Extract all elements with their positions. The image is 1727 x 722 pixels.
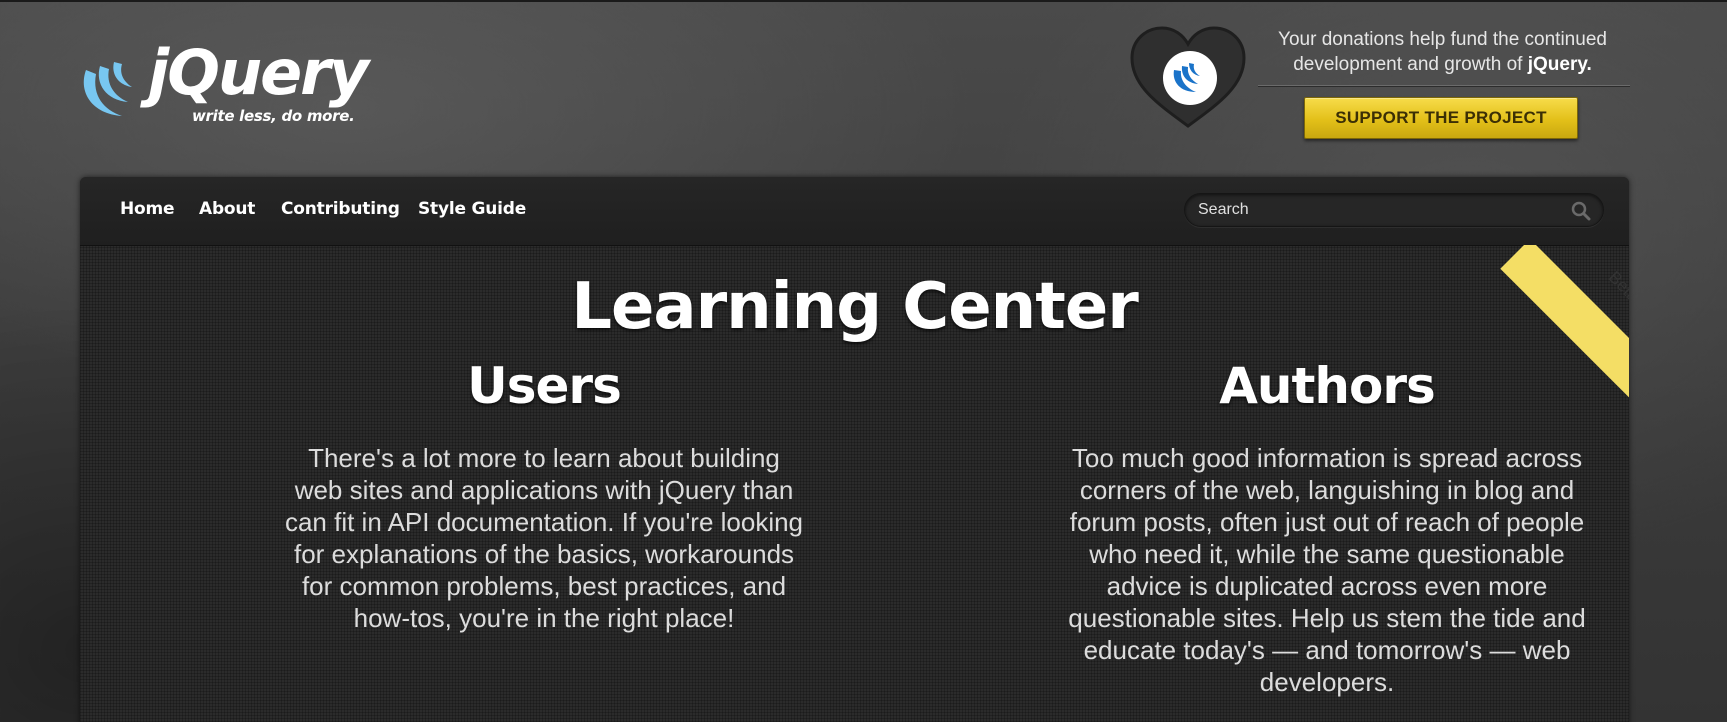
users-description: There's a lot more to learn about buildi… — [284, 443, 804, 633]
main-panel: Home About Contributing Style Guide Beta… — [80, 177, 1629, 722]
support-project-button[interactable]: SUPPORT THE PROJECT — [1304, 97, 1578, 139]
donation-message: Your donations help fund the continued d… — [1255, 27, 1630, 77]
authors-description: Too much good information is spread acro… — [1068, 443, 1586, 697]
nav-item-contributing[interactable]: Contributing — [281, 199, 400, 219]
page-title: Learning Center — [571, 270, 1139, 344]
top-edge-line — [0, 0, 1727, 2]
nav-item-home[interactable]: Home — [120, 199, 175, 219]
main-navbar: Home About Contributing Style Guide — [80, 177, 1629, 246]
users-heading: Users — [467, 357, 622, 415]
donation-divider — [1258, 85, 1630, 87]
jquery-swirl-icon — [83, 62, 132, 116]
logo-tagline: write less, do more. — [192, 107, 355, 125]
nav-item-style-guide[interactable]: Style Guide — [418, 199, 526, 219]
authors-heading: Authors — [1219, 357, 1436, 415]
donation-heart-icon — [1128, 26, 1248, 130]
search-input[interactable] — [1198, 194, 1558, 226]
logo-wordmark: jQuery — [148, 36, 369, 109]
search-box — [1184, 193, 1604, 227]
search-icon[interactable] — [1571, 201, 1591, 221]
jquery-logo[interactable]: jQuery write less, do more. — [78, 40, 408, 140]
donation-message-brand: jQuery. — [1527, 54, 1592, 75]
nav-item-about[interactable]: About — [199, 199, 255, 219]
